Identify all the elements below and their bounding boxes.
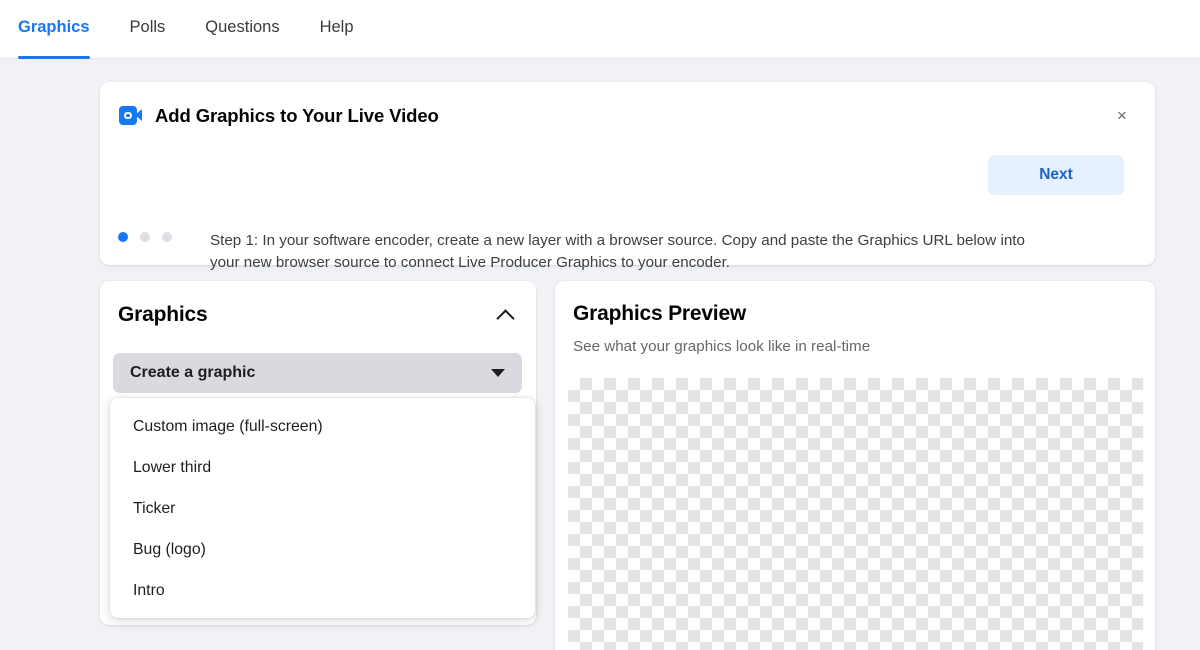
graphics-panel-title: Graphics xyxy=(118,303,208,326)
banner-pagination xyxy=(118,232,172,242)
banner-header: Add Graphics to Your Live Video xyxy=(100,82,1155,127)
tab-help[interactable]: Help xyxy=(320,0,354,59)
menu-item-bug-logo[interactable]: Bug (logo) xyxy=(110,529,535,570)
tab-polls[interactable]: Polls xyxy=(130,0,166,59)
pagination-dot-3[interactable] xyxy=(162,232,172,242)
add-graphics-banner: Add Graphics to Your Live Video × Step 1… xyxy=(100,82,1155,271)
tab-questions[interactable]: Questions xyxy=(205,0,279,59)
next-button[interactable]: Next xyxy=(988,155,1124,195)
graphics-panel-header: Graphics xyxy=(100,281,536,327)
graphics-preview-canvas xyxy=(568,378,1143,650)
tab-graphics-label: Graphics xyxy=(18,18,90,36)
tab-graphics[interactable]: Graphics xyxy=(18,0,90,59)
graphics-preview-panel: Graphics Preview See what your graphics … xyxy=(555,281,1155,650)
pagination-dot-2[interactable] xyxy=(140,232,150,242)
create-graphic-dropdown-menu: Custom image (full-screen) Lower third T… xyxy=(110,398,535,618)
create-graphic-select[interactable]: Create a graphic xyxy=(113,353,522,393)
menu-item-lower-third[interactable]: Lower third xyxy=(110,447,535,488)
banner-description: Step 1: In your software encoder, create… xyxy=(210,232,1025,271)
tab-list: Graphics Polls Questions Help xyxy=(0,0,1200,59)
close-icon[interactable]: × xyxy=(1111,104,1133,126)
chevron-down-icon xyxy=(491,369,505,377)
tab-help-label: Help xyxy=(319,18,354,36)
graphics-preview-subtitle: See what your graphics look like in real… xyxy=(573,338,871,355)
tab-questions-label: Questions xyxy=(205,18,280,36)
tab-polls-label: Polls xyxy=(129,18,166,36)
video-camera-icon xyxy=(119,104,142,127)
menu-item-ticker[interactable]: Ticker xyxy=(110,488,535,529)
top-navigation-bar: Graphics Polls Questions Help xyxy=(0,0,1200,59)
graphics-preview-title: Graphics Preview xyxy=(573,302,747,325)
menu-item-custom-image[interactable]: Custom image (full-screen) xyxy=(110,406,535,447)
banner-title: Add Graphics to Your Live Video xyxy=(155,104,439,126)
pagination-dot-1[interactable] xyxy=(118,232,128,242)
chevron-up-icon[interactable] xyxy=(496,306,514,324)
create-graphic-select-value: Create a graphic xyxy=(130,364,256,381)
menu-item-intro[interactable]: Intro xyxy=(110,570,535,611)
